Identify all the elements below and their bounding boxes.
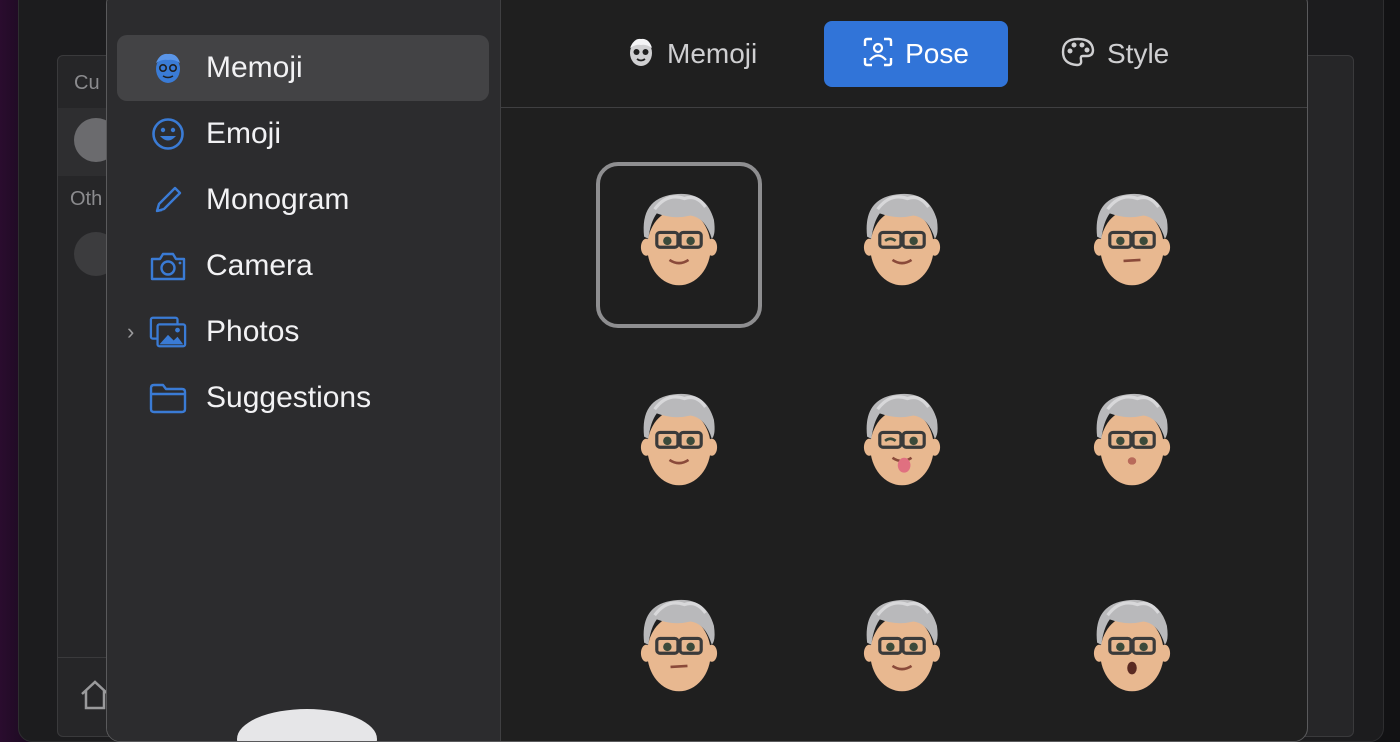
tab-label: Style <box>1107 38 1170 69</box>
sidebar-item-suggestions[interactable]: Suggestions <box>117 365 489 431</box>
tab-label: Pose <box>905 38 969 69</box>
memoji-face-icon <box>149 49 187 87</box>
pose-option-content[interactable] <box>819 568 985 734</box>
sidebar-item-photos[interactable]: › Photos <box>117 299 489 365</box>
sidebar-item-label: Emoji <box>206 117 282 150</box>
memoji-pose-image <box>1084 388 1180 503</box>
chevron-right-icon[interactable]: › <box>127 319 134 345</box>
sidebar-item-label: Memoji <box>206 51 303 84</box>
smiley-icon <box>149 115 187 153</box>
memoji-pose-image <box>631 188 727 303</box>
memoji-pose-image <box>631 388 727 503</box>
sidebar-item-label: Camera <box>206 249 313 282</box>
memoji-pose-image <box>1084 188 1180 303</box>
sidebar-item-label: Photos <box>206 315 300 348</box>
tab-bar: Memoji Pose Style <box>501 0 1307 108</box>
memoji-pose-image <box>631 594 727 709</box>
pose-option-kiss[interactable] <box>1049 362 1215 528</box>
pencil-icon <box>149 181 187 219</box>
sidebar: Memoji Emoji Monogram Camera › Photos Su… <box>107 0 501 741</box>
sidebar-item-monogram[interactable]: Monogram <box>117 167 489 233</box>
palette-icon <box>1061 37 1095 72</box>
pose-option-skeptical[interactable] <box>596 568 762 734</box>
person-frame-icon <box>863 37 893 72</box>
photos-icon <box>149 313 187 351</box>
sidebar-item-label: Monogram <box>206 183 350 216</box>
sidebar-item-label: Suggestions <box>206 381 372 414</box>
memoji-face-icon <box>627 37 655 72</box>
background-other-label: Oth <box>70 188 103 210</box>
tab-memoji[interactable]: Memoji <box>627 21 777 87</box>
pose-option-neutral[interactable] <box>1049 162 1215 328</box>
background-current-label: Cu <box>74 72 100 94</box>
tab-label: Memoji <box>667 38 758 69</box>
memoji-pose-image <box>1084 594 1180 709</box>
pose-option-smile[interactable] <box>596 162 762 328</box>
memoji-pose-image <box>854 388 950 503</box>
pose-option-tongue-out-wink[interactable] <box>819 362 985 528</box>
avatar-picker-popover: Memoji Emoji Monogram Camera › Photos Su… <box>106 0 1308 742</box>
pose-option-wink[interactable] <box>819 162 985 328</box>
tab-style[interactable]: Style <box>1061 21 1201 87</box>
folder-icon <box>149 379 187 417</box>
pose-option-smirk[interactable] <box>596 362 762 528</box>
tab-pose[interactable]: Pose <box>824 21 1008 87</box>
sidebar-item-camera[interactable]: Camera <box>117 233 489 299</box>
sidebar-item-emoji[interactable]: Emoji <box>117 101 489 167</box>
pose-option-surprised[interactable] <box>1049 568 1215 734</box>
camera-icon <box>149 247 187 285</box>
bottom-button-partial[interactable] <box>237 709 377 741</box>
pose-grid <box>501 108 1307 741</box>
memoji-pose-image <box>854 188 950 303</box>
memoji-pose-image <box>854 594 950 709</box>
sidebar-item-memoji[interactable]: Memoji <box>117 35 489 101</box>
